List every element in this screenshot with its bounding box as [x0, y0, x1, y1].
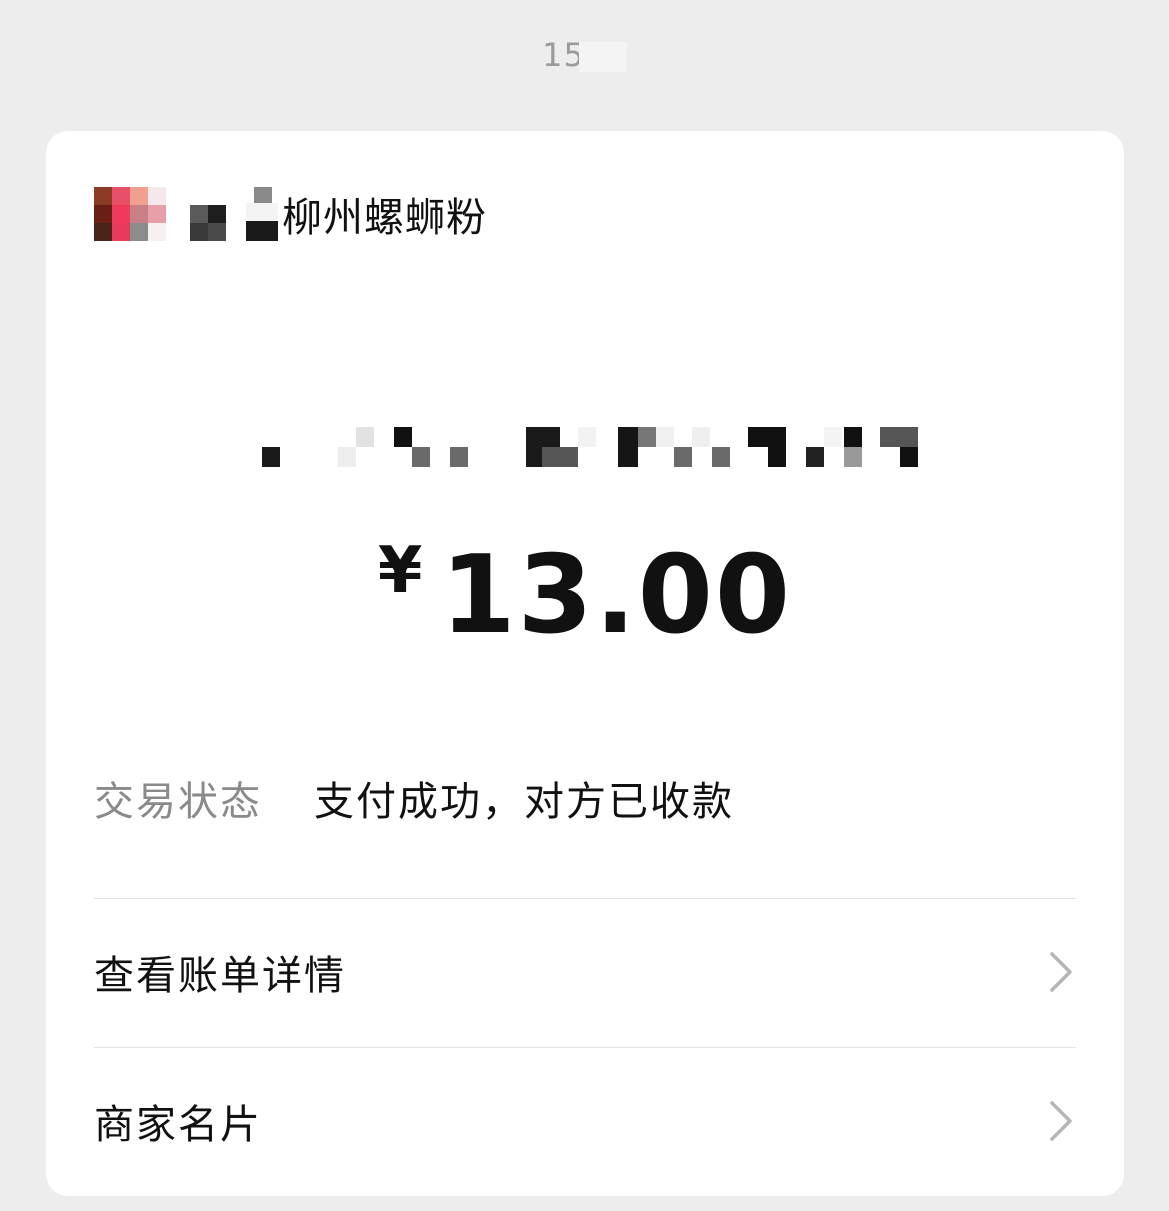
chevron-right-icon	[1050, 1101, 1072, 1141]
row-label: 查看账单详情	[94, 953, 346, 999]
status-time: 15	[0, 36, 1169, 74]
transaction-status: 交易状态 支付成功，对方已收款	[94, 769, 734, 827]
merchant-redacted-2	[246, 187, 278, 241]
merchant-card-row[interactable]: 商家名片	[94, 1047, 1076, 1195]
payment-card: 柳州螺蛳粉 ¥13.00 交易状态 支付成功，对方已收款 查看账单详情 商家名片	[46, 131, 1124, 1196]
merchant-header[interactable]: 柳州螺蛳粉	[94, 185, 487, 243]
amount-value: 13.00	[440, 533, 793, 658]
merchant-name: 柳州螺蛳粉	[282, 195, 487, 241]
redacted-description	[258, 427, 918, 467]
merchant-redacted-1	[190, 205, 226, 241]
status-value: 支付成功，对方已收款	[314, 779, 734, 825]
currency-symbol: ¥	[377, 534, 423, 608]
payment-amount: ¥13.00	[46, 533, 1124, 658]
time-redacted	[578, 42, 627, 72]
row-label: 商家名片	[94, 1102, 262, 1148]
view-bill-details-row[interactable]: 查看账单详情	[94, 898, 1076, 1046]
status-label: 交易状态	[94, 779, 262, 825]
chevron-right-icon	[1050, 952, 1072, 992]
merchant-avatar-icon	[94, 187, 166, 241]
